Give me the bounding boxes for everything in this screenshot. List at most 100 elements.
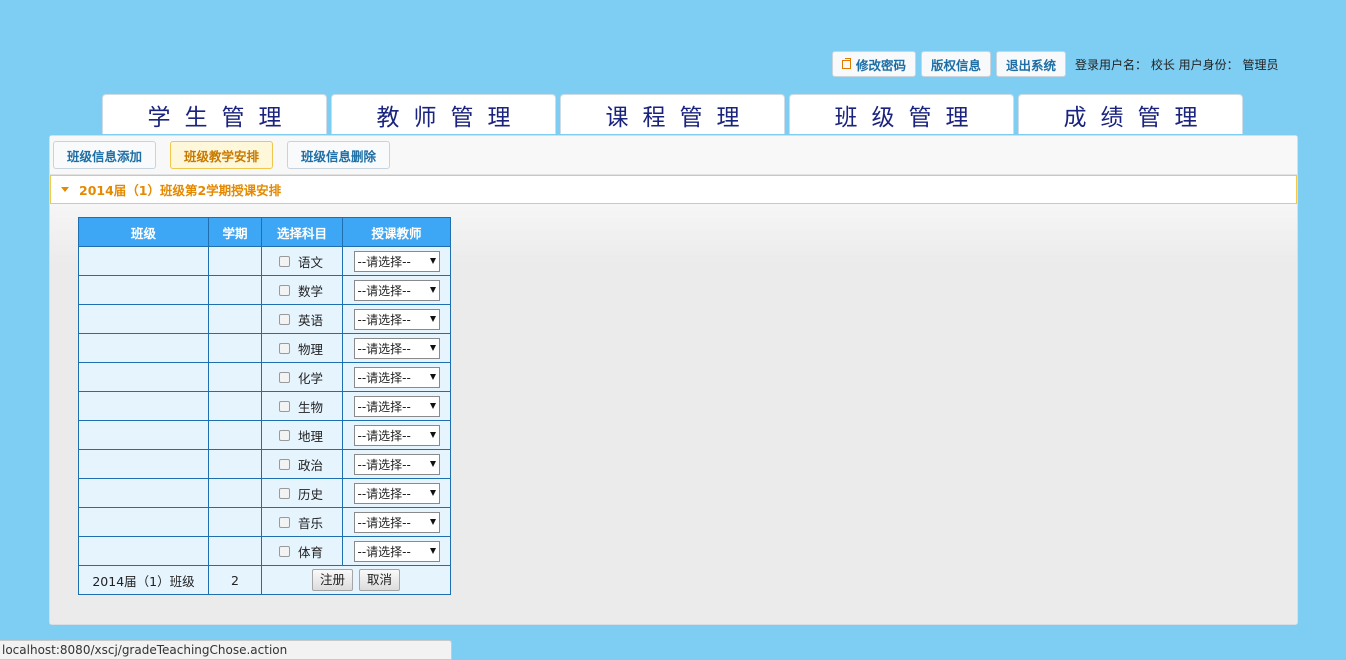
dropdown-arrow-icon — [429, 432, 436, 438]
subject-checkbox[interactable] — [279, 255, 290, 267]
logout-button[interactable]: 退出系统 — [996, 51, 1067, 77]
class-delete-button[interactable]: 班级信息删除 — [287, 141, 391, 169]
subject-cell: 数学 — [261, 275, 343, 305]
header-subject: 选择科目 — [261, 217, 343, 247]
teacher-cell: --请选择-- — [342, 275, 451, 305]
browser-status-bar: localhost:8080/xscj/gradeTeachingChose.a… — [0, 640, 452, 660]
teacher-select-value: --请选择-- — [357, 457, 411, 472]
nav-class-management[interactable]: 班级管理 — [789, 94, 1014, 134]
dropdown-arrow-icon — [429, 519, 436, 525]
table-row: 地理 --请选择-- — [78, 420, 451, 450]
form-actions: 注册 取消 — [261, 565, 451, 595]
main-panel: 班级信息添加 班级教学安排 班级信息删除 2014届（1）班级第2学期授课安排 … — [49, 135, 1298, 625]
subject-checkbox[interactable] — [279, 487, 290, 499]
subject-checkbox[interactable] — [279, 400, 290, 412]
caret-down-icon — [61, 187, 69, 192]
class-add-button[interactable]: 班级信息添加 — [53, 141, 157, 169]
sub-nav: 班级信息添加 班级教学安排 班级信息删除 — [50, 136, 1297, 175]
submit-button[interactable]: 注册 — [311, 569, 353, 591]
subject-checkbox[interactable] — [279, 458, 290, 470]
dropdown-arrow-icon — [429, 345, 436, 351]
table-row: 语文 --请选择-- — [78, 246, 451, 276]
teacher-select[interactable]: --请选择-- — [353, 424, 440, 446]
subject-label: 地理 — [298, 428, 324, 444]
subject-checkbox[interactable] — [279, 545, 290, 557]
table-row: 生物 --请选择-- — [78, 391, 451, 421]
subject-cell: 生物 — [261, 391, 343, 421]
class-cell — [78, 362, 209, 392]
table-row: 历史 --请选择-- — [78, 478, 451, 508]
subject-label: 英语 — [298, 312, 324, 328]
header-term: 学期 — [208, 217, 262, 247]
table-row: 英语 --请选择-- — [78, 304, 451, 334]
term-cell — [208, 275, 262, 305]
teacher-select[interactable]: --请选择-- — [353, 279, 440, 301]
teacher-cell: --请选择-- — [342, 391, 451, 421]
class-cell — [78, 304, 209, 334]
teacher-cell: --请选择-- — [342, 304, 451, 334]
teacher-select[interactable]: --请选择-- — [353, 540, 440, 562]
subject-label: 化学 — [298, 370, 324, 386]
class-cell — [78, 536, 209, 566]
subject-checkbox[interactable] — [279, 516, 290, 528]
nav-label: 教师管理 — [376, 104, 525, 131]
subject-checkbox[interactable] — [279, 371, 290, 383]
nav-grade-management[interactable]: 成绩管理 — [1018, 94, 1243, 134]
term-cell — [208, 333, 262, 363]
table-row: 音乐 --请选择-- — [78, 507, 451, 537]
class-name-cell: 2014届（1）班级 — [78, 565, 209, 595]
subject-label: 生物 — [298, 399, 324, 415]
teacher-select[interactable]: --请选择-- — [353, 250, 440, 272]
subject-cell: 历史 — [261, 478, 343, 508]
subject-cell: 物理 — [261, 333, 343, 363]
nav-label: 班级管理 — [834, 104, 983, 131]
teacher-select[interactable]: --请选择-- — [353, 395, 440, 417]
subject-checkbox[interactable] — [279, 313, 290, 325]
subject-checkbox[interactable] — [279, 342, 290, 354]
subject-label: 体育 — [298, 544, 324, 560]
teacher-cell: --请选择-- — [342, 507, 451, 537]
main-nav: 学生管理 教师管理 课程管理 班级管理 成绩管理 — [102, 94, 1247, 134]
nav-course-management[interactable]: 课程管理 — [560, 94, 785, 134]
teacher-select-value: --请选择-- — [357, 283, 411, 298]
change-password-button[interactable]: 修改密码 — [832, 51, 917, 77]
teacher-select[interactable]: --请选择-- — [353, 366, 440, 388]
nav-label: 课程管理 — [605, 104, 754, 131]
teacher-select[interactable]: --请选择-- — [353, 511, 440, 533]
table-row: 体育 --请选择-- — [78, 536, 451, 566]
table-row: 数学 --请选择-- — [78, 275, 451, 305]
teacher-select-value: --请选择-- — [357, 544, 411, 559]
dropdown-arrow-icon — [429, 461, 436, 467]
teacher-select-value: --请选择-- — [357, 486, 411, 501]
class-cell — [78, 507, 209, 537]
nav-student-management[interactable]: 学生管理 — [102, 94, 327, 134]
term-cell — [208, 362, 262, 392]
table-footer-row: 2014届（1）班级 2 注册 取消 — [78, 565, 451, 595]
dropdown-arrow-icon — [429, 374, 436, 380]
section-title: 2014届（1）班级第2学期授课安排 — [79, 183, 282, 198]
teacher-cell: --请选择-- — [342, 536, 451, 566]
teacher-select-value: --请选择-- — [357, 370, 411, 385]
subject-checkbox[interactable] — [279, 429, 290, 441]
teacher-select[interactable]: --请选择-- — [353, 453, 440, 475]
top-toolbar: 修改密码 版权信息 退出系统 登录用户名： 校长 用户身份： 管理员 — [832, 50, 1279, 78]
teacher-select[interactable]: --请选择-- — [353, 337, 440, 359]
term-cell: 2 — [208, 565, 262, 595]
teacher-cell: --请选择-- — [342, 478, 451, 508]
term-cell — [208, 304, 262, 334]
teacher-select[interactable]: --请选择-- — [353, 482, 440, 504]
table-row: 物理 --请选择-- — [78, 333, 451, 363]
teacher-select[interactable]: --请选择-- — [353, 308, 440, 330]
class-arrange-button[interactable]: 班级教学安排 — [170, 141, 274, 169]
dropdown-arrow-icon — [429, 548, 436, 554]
subject-label: 语文 — [298, 254, 324, 270]
term-cell — [208, 536, 262, 566]
change-password-label: 修改密码 — [856, 57, 907, 73]
nav-label: 成绩管理 — [1063, 104, 1212, 131]
copyright-button[interactable]: 版权信息 — [921, 51, 992, 77]
cancel-button[interactable]: 取消 — [358, 569, 400, 591]
section-header[interactable]: 2014届（1）班级第2学期授课安排 — [50, 175, 1297, 204]
subject-checkbox[interactable] — [279, 284, 290, 296]
nav-teacher-management[interactable]: 教师管理 — [331, 94, 556, 134]
subject-cell: 英语 — [261, 304, 343, 334]
